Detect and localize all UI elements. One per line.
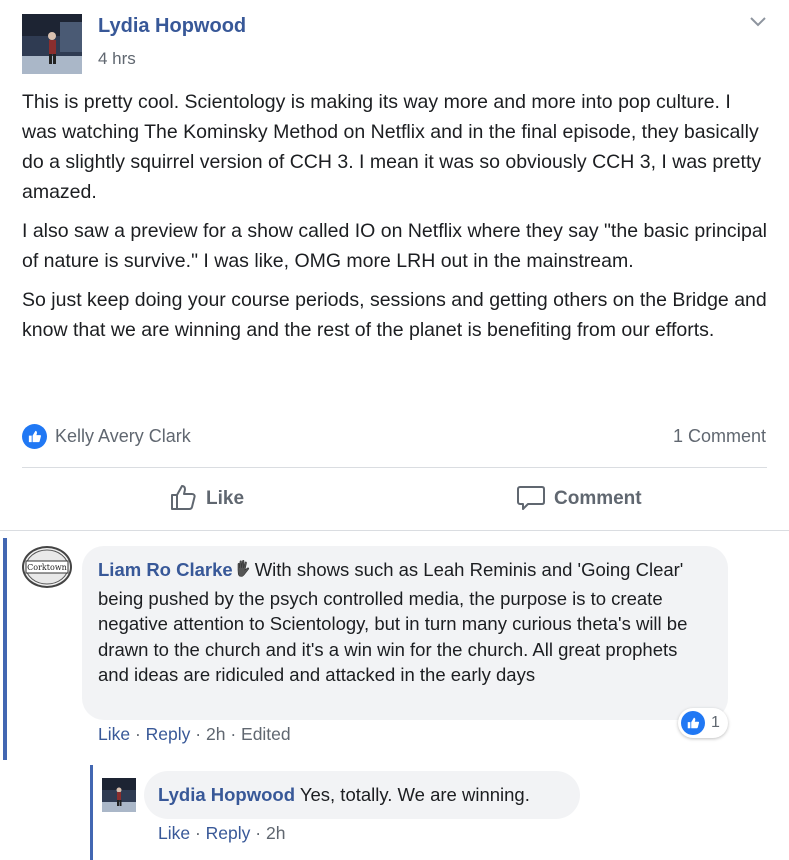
post-author[interactable]: Lydia Hopwood (98, 15, 246, 38)
meta-separator: · (190, 823, 206, 843)
avatar-logo-text: Corktown (27, 563, 67, 572)
like-button-label: Like (206, 488, 245, 509)
divider (22, 467, 767, 468)
post-paragraph: This is pretty cool. Scientology is maki… (22, 91, 762, 203)
comment-reaction-count[interactable]: 1 (678, 708, 728, 738)
post-paragraph: So just keep doing your course periods, … (22, 289, 767, 341)
reply-author[interactable]: Lydia Hopwood (158, 784, 295, 805)
reply-like-link[interactable]: Like (158, 823, 190, 843)
reply-thread-indicator (90, 765, 93, 860)
comment-reply-link[interactable]: Reply (146, 724, 191, 744)
like-button[interactable]: Like (168, 482, 244, 516)
thumbs-up-icon (168, 482, 198, 517)
comment-meta: Like · Reply · 2h · Edited (98, 724, 291, 745)
comment-time[interactable]: 2h (206, 724, 225, 744)
post-timestamp[interactable]: 4 hrs (98, 49, 136, 69)
meta-separator: · (130, 724, 146, 744)
divider (0, 530, 789, 531)
waving-hand-icon (234, 559, 252, 586)
comment-like-link[interactable]: Like (98, 724, 130, 744)
reaction-count: 1 (711, 714, 720, 731)
comment-bubble-icon (516, 482, 546, 517)
comment-count[interactable]: 1 Comment (673, 426, 766, 447)
reply-meta: Like · Reply · 2h (158, 823, 285, 844)
comment-author[interactable]: Liam Ro Clarke (98, 559, 233, 580)
commenter-avatar[interactable]: Corktown (22, 546, 72, 588)
replier-avatar[interactable] (102, 778, 136, 812)
chevron-down-icon[interactable] (748, 14, 768, 30)
meta-separator: · (250, 823, 266, 843)
reply-time[interactable]: 2h (266, 823, 285, 843)
meta-separator: · (190, 724, 206, 744)
post-body: This is pretty cool. Scientology is maki… (22, 87, 770, 354)
author-avatar[interactable] (22, 14, 82, 74)
meta-separator: · (225, 724, 242, 744)
comment-button[interactable]: Comment (516, 482, 642, 516)
like-reaction-icon[interactable] (22, 424, 47, 449)
post-paragraph: I also saw a preview for a show called I… (22, 220, 768, 272)
facebook-post: Lydia Hopwood 4 hrs This is pretty cool.… (0, 0, 789, 860)
comment-button-label: Comment (554, 488, 642, 509)
reply-bubble: Lydia Hopwood Yes, totally. We are winni… (144, 771, 580, 819)
comment-thread-indicator (3, 538, 7, 760)
reply-text: Yes, totally. We are winning. (299, 784, 530, 805)
edited-label[interactable]: Edited (241, 724, 291, 744)
reaction-names[interactable]: Kelly Avery Clark (55, 426, 191, 447)
like-reaction-icon (681, 711, 705, 735)
comment-bubble: Liam Ro Clarke With shows such as Leah Re… (82, 546, 728, 720)
reply-reply-link[interactable]: Reply (206, 823, 251, 843)
